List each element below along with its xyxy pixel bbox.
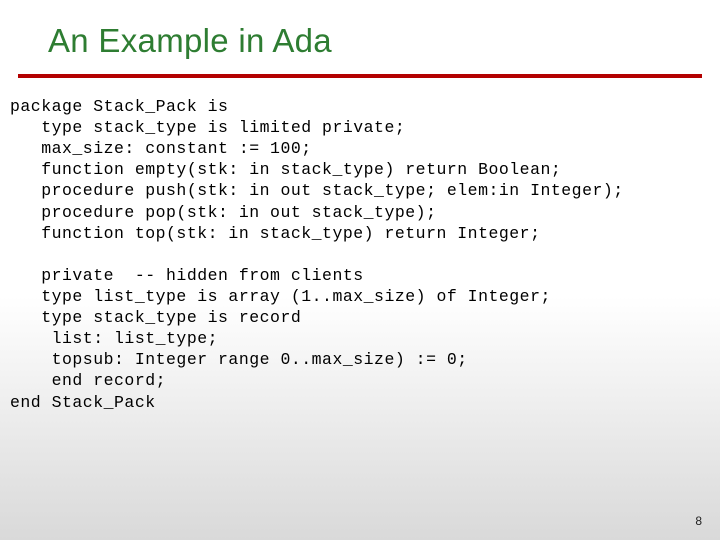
code-line: function empty(stk: in stack_type) retur… (10, 160, 561, 179)
code-line: type stack_type is limited private; (10, 118, 405, 137)
page-number: 8 (695, 514, 702, 528)
code-line: type list_type is array (1..max_size) of… (10, 287, 551, 306)
code-line: private -- hidden from clients (10, 266, 364, 285)
code-line: package Stack_Pack is (10, 97, 228, 116)
code-line: end record; (10, 371, 166, 390)
code-line: max_size: constant := 100; (10, 139, 312, 158)
slide-title: An Example in Ada (48, 22, 332, 60)
code-line: procedure pop(stk: in out stack_type); (10, 203, 436, 222)
code-line: list: list_type; (10, 329, 218, 348)
code-line: end Stack_Pack (10, 393, 156, 412)
code-line: type stack_type is record (10, 308, 301, 327)
code-block: package Stack_Pack is type stack_type is… (10, 96, 710, 413)
code-line: function top(stk: in stack_type) return … (10, 224, 540, 243)
title-underline (18, 74, 702, 78)
slide: An Example in Ada package Stack_Pack is … (0, 0, 720, 540)
code-line: topsub: Integer range 0..max_size) := 0; (10, 350, 468, 369)
code-line: procedure push(stk: in out stack_type; e… (10, 181, 624, 200)
